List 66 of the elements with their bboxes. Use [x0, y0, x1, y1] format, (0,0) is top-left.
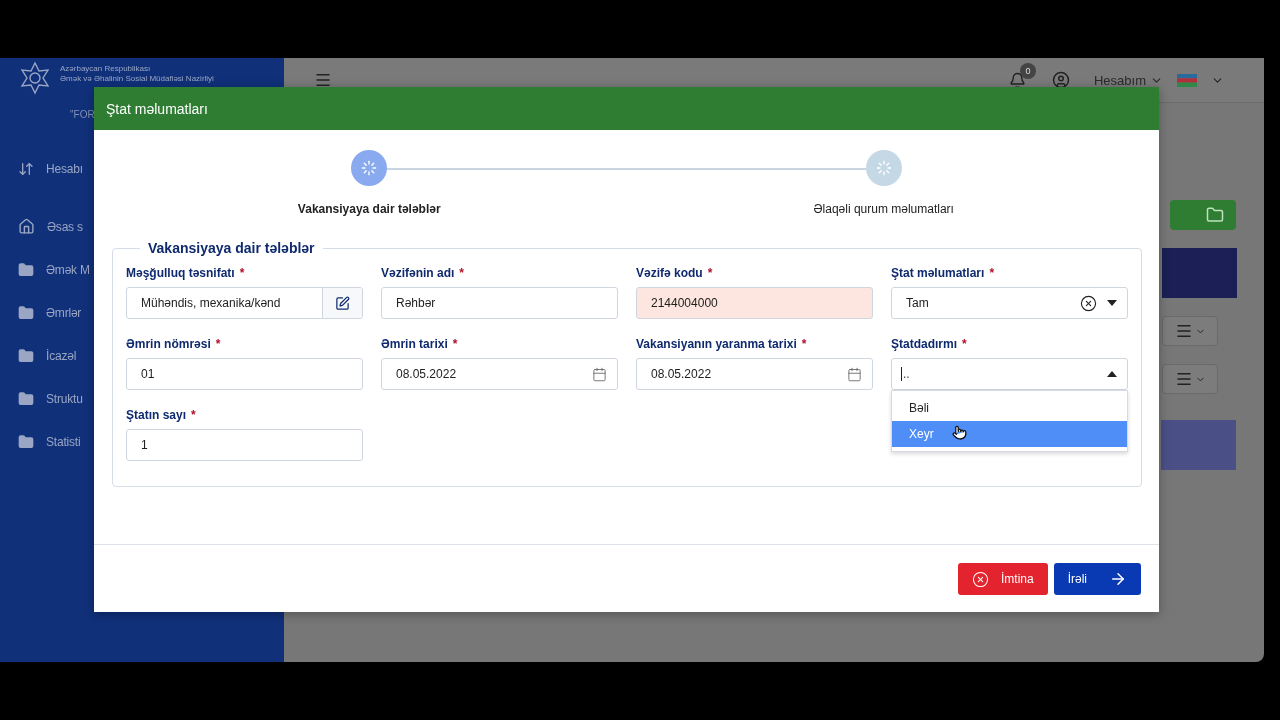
field-label: Vəzifə kodu * [636, 266, 714, 280]
menu-icon [1174, 370, 1193, 388]
menu-button[interactable] [1162, 316, 1218, 346]
sidebar-item[interactable]: Əsas s [47, 219, 83, 234]
input-field[interactable]: 2144004000 [636, 287, 873, 319]
arrow-right-icon [1109, 570, 1127, 588]
folder-icon [18, 347, 34, 364]
user-icon[interactable] [1051, 71, 1070, 89]
calendar-icon[interactable] [592, 366, 607, 382]
section-title: Vakansiyaya dair tələblər [147, 240, 316, 256]
hand-cursor-icon [952, 425, 967, 440]
field-label: Ştatdadırmı * [891, 337, 968, 351]
select-field[interactable]: Tam [891, 287, 1128, 319]
notification-count: 0 [1019, 62, 1036, 79]
step-label: Əlaqəli qurum məlumatları [813, 202, 954, 216]
menu-icon [1174, 322, 1193, 340]
home-icon [18, 218, 35, 235]
next-button[interactable]: İrəli [1053, 563, 1141, 595]
field-label: Əmrin nömrəsi * [126, 337, 222, 351]
sidebar-item[interactable]: Statisti [46, 434, 81, 449]
folder-icon [1206, 206, 1224, 224]
tagline: "FOR [70, 109, 95, 120]
field-label: Məşğulluq təsnifatı * [126, 266, 246, 280]
field-label: Ştat məlumatları * [891, 266, 996, 280]
modal-title: Ştat məlumatları [94, 87, 1159, 130]
menu-icon[interactable] [314, 71, 332, 89]
org-name: Azərbaycan Respublikası [60, 64, 152, 74]
folder-button[interactable] [1170, 200, 1236, 230]
sidebar-item[interactable]: Struktu [46, 391, 83, 406]
sidebar-item[interactable]: Əmrlər [46, 305, 82, 320]
edit-button[interactable] [322, 288, 362, 318]
sidebar-item[interactable]: Hesabı [46, 161, 83, 176]
dropdown-option[interactable]: Bəli [892, 395, 1127, 421]
sidebar-item[interactable]: Əmək M [46, 262, 90, 277]
edit-icon [335, 295, 350, 311]
input-field[interactable]: 1 [126, 429, 363, 461]
sidebar-item[interactable]: İcazəl [46, 348, 77, 363]
input-field[interactable]: Mühəndis, mexanika/kənd [126, 287, 363, 319]
field-label: Əmrin tarixi * [381, 337, 459, 351]
spinner-icon [361, 160, 378, 176]
field-label: Vakansiyanın yaranma tarixi * [636, 337, 808, 351]
ministry-name: Əmək və Əhalinin Sosial Müdafiəsi Nazirliyi [60, 74, 214, 84]
folder-icon [18, 433, 34, 450]
step-label: Vakansiyaya dair tələblər [297, 202, 441, 216]
close-icon [971, 570, 989, 588]
field-label: Vəzifənin adı * [381, 266, 466, 280]
select-field[interactable]: .. [891, 358, 1128, 390]
folder-icon [18, 261, 34, 278]
bell-icon[interactable] [1008, 71, 1026, 89]
caret-icon[interactable] [1107, 371, 1117, 377]
folder-icon [18, 390, 34, 407]
clear-icon[interactable] [1080, 294, 1097, 312]
folder-icon [18, 304, 34, 321]
date-field[interactable]: 08.05.2022 [636, 358, 873, 390]
spinner-icon [875, 160, 892, 176]
emblem-icon [18, 61, 52, 95]
field-label: Ştatın sayı * [126, 408, 197, 422]
caret-icon[interactable] [1107, 300, 1117, 306]
swap-icon [18, 160, 34, 177]
menu-button[interactable] [1162, 364, 1218, 394]
cancel-button[interactable]: İmtina [957, 563, 1048, 595]
calendar-icon[interactable] [847, 366, 862, 382]
input-field[interactable]: Rəhbər [381, 287, 618, 319]
date-field[interactable]: 08.05.2022 [381, 358, 618, 390]
step-indicator[interactable] [351, 150, 388, 186]
input-field[interactable]: 01 [126, 358, 363, 390]
